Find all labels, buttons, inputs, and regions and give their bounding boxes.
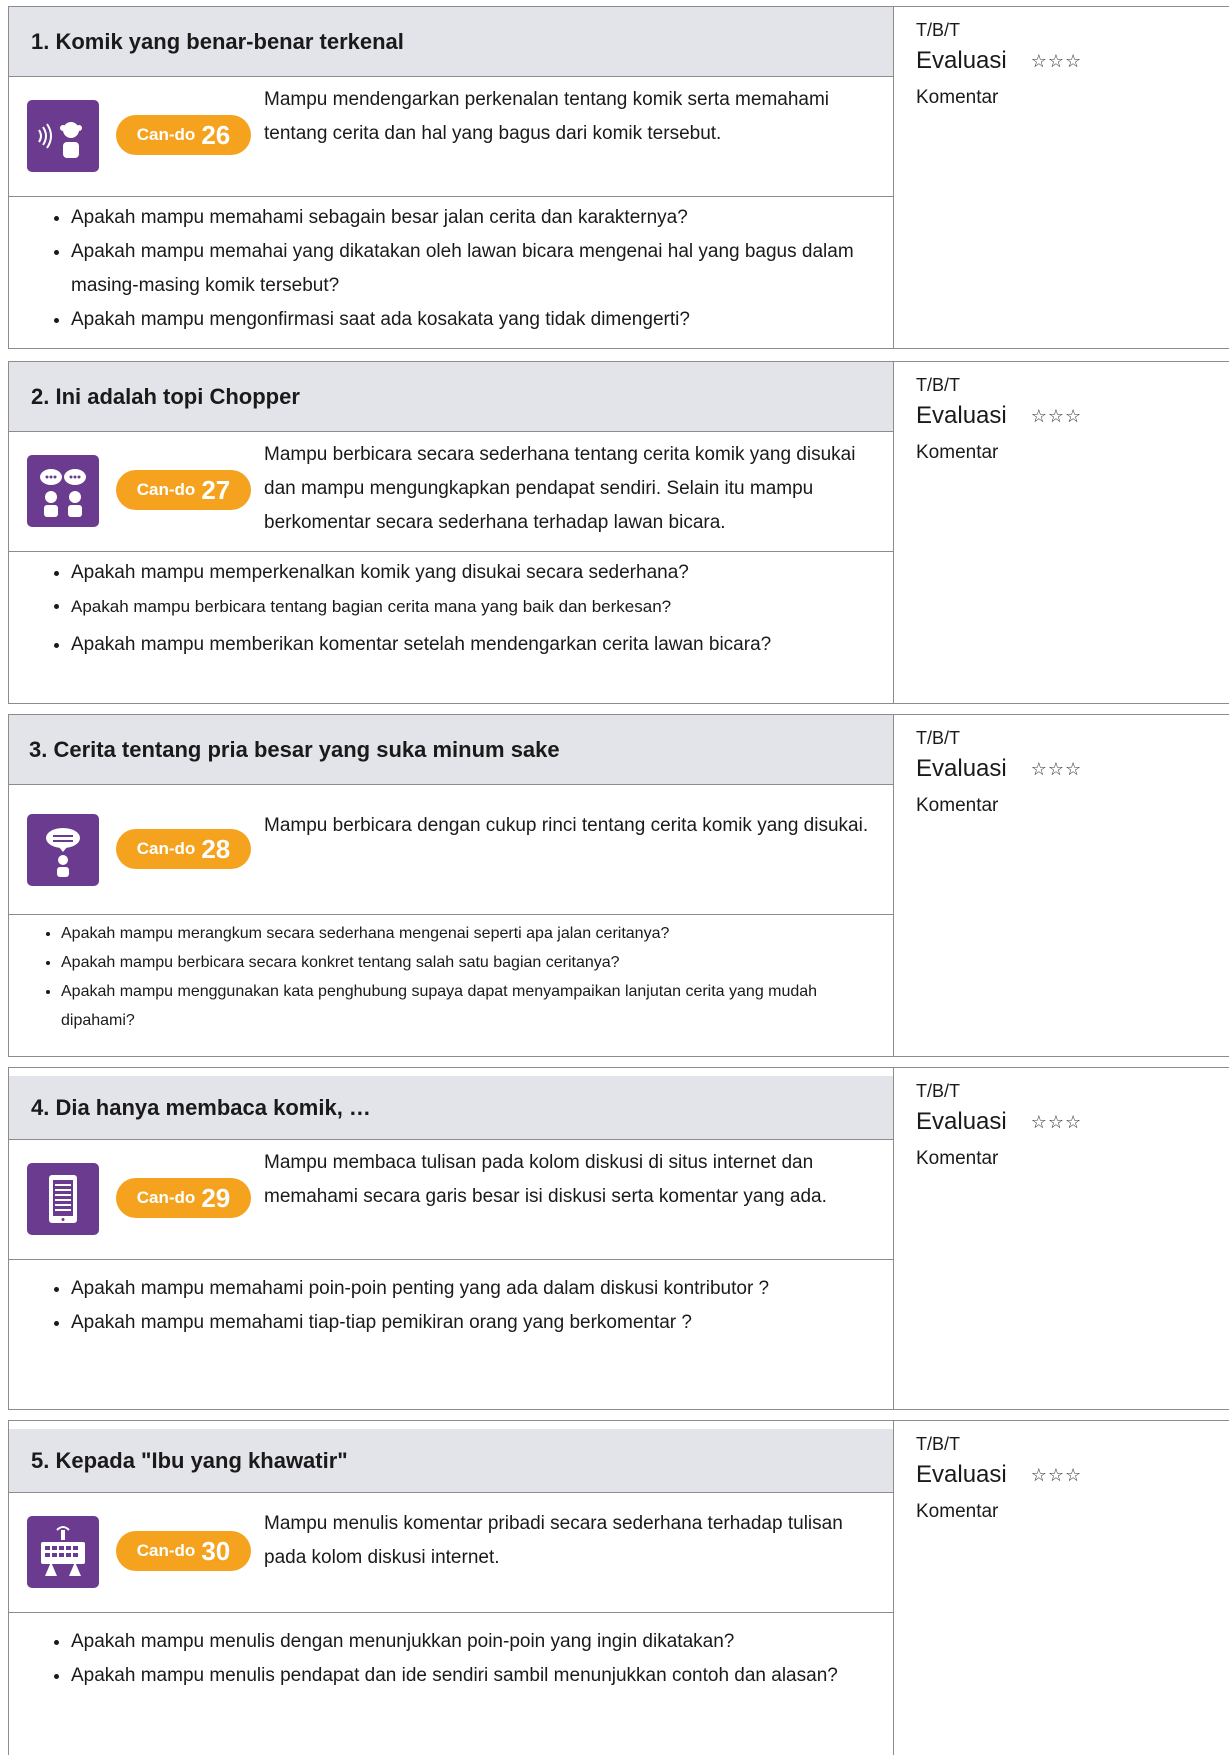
evaluasi-label: Evaluasi (916, 47, 1007, 74)
can-do-label: Can-do (136, 839, 196, 858)
lesson-card-3: 3. Cerita tentang pria besar yang suka m… (8, 714, 1229, 1057)
can-do-badge: Can-do 29 (116, 1178, 251, 1218)
can-do-description: Mampu membaca tulisan pada kolom diskusi… (264, 1152, 827, 1207)
evaluasi-label: Evaluasi (916, 402, 1007, 429)
tbt-label: T/B/T (916, 1081, 960, 1101)
evaluasi-label: Evaluasi (916, 755, 1007, 782)
komentar-label: Komentar (916, 442, 999, 463)
lesson-card-1: 1. Komik yang benar-benar terkenal Can-d… (8, 6, 1229, 349)
lesson-title: 4. Dia hanya membaca komik, … (9, 1076, 893, 1140)
lesson-card-5: 5. Kepada "Ibu yang khawatir" Can-do 30 … (8, 1420, 1229, 1755)
star-rating[interactable]: ☆☆☆ (1031, 1112, 1082, 1133)
can-do-number: 28 (201, 833, 231, 864)
evaluation-panel: T/B/T Evaluasi ☆☆☆ Komentar (894, 715, 1229, 1056)
komentar-label: Komentar (916, 1148, 999, 1169)
evaluasi-label: Evaluasi (916, 1461, 1007, 1488)
lesson-title: 5. Kepada "Ibu yang khawatir" (9, 1429, 893, 1493)
lesson-title: 2. Ini adalah topi Chopper (9, 362, 893, 432)
evaluation-panel: T/B/T Evaluasi ☆☆☆ Komentar (894, 1068, 1229, 1409)
check-list: Apakah mampu memahami poin-poin penting … (9, 1268, 893, 1340)
can-do-row: Can-do 30 Mampu menulis komentar pribadi… (9, 1493, 893, 1613)
can-do-label: Can-do (136, 125, 196, 144)
check-item: Apakah mampu memahami poin-poin penting … (71, 1272, 873, 1306)
check-item: Apakah mampu memberikan komentar setelah… (71, 628, 873, 662)
check-item: Apakah mampu menulis dengan menunjukkan … (71, 1625, 873, 1659)
can-do-label: Can-do (136, 1541, 196, 1560)
evaluation-panel: T/B/T Evaluasi ☆☆☆ Komentar (894, 1421, 1229, 1755)
komentar-label: Komentar (916, 87, 999, 108)
check-item: Apakah mampu memperkenalkan komik yang d… (71, 556, 873, 590)
lesson-main-5: 5. Kepada "Ibu yang khawatir" Can-do 30 … (9, 1421, 894, 1755)
evaluasi-label: Evaluasi (916, 1108, 1007, 1135)
lesson-title: 3. Cerita tentang pria besar yang suka m… (9, 715, 893, 785)
can-do-description: Mampu berbicara secara sederhana tentang… (264, 444, 856, 533)
can-do-row: Can-do 27 Mampu berbicara secara sederha… (9, 432, 893, 552)
conversation-icon (27, 455, 99, 527)
komentar-label: Komentar (916, 1501, 999, 1522)
writing-icon (27, 1516, 99, 1588)
star-rating[interactable]: ☆☆☆ (1031, 759, 1082, 780)
check-list: Apakah mampu memperkenalkan komik yang d… (9, 552, 893, 662)
can-do-badge: Can-do 26 (116, 115, 251, 155)
can-do-label: Can-do (136, 480, 196, 499)
lesson-main-3: 3. Cerita tentang pria besar yang suka m… (9, 715, 894, 1056)
can-do-number: 29 (201, 1182, 231, 1213)
check-item: Apakah mampu memahai yang dikatakan oleh… (71, 235, 873, 303)
evaluation-panel: T/B/T Evaluasi ☆☆☆ Komentar (894, 362, 1229, 703)
can-do-badge: Can-do 30 (116, 1531, 251, 1571)
tbt-label: T/B/T (916, 1434, 960, 1454)
can-do-description: Mampu mendengarkan perkenalan tentang ko… (264, 89, 830, 144)
check-item: Apakah mampu memahami tiap-tiap pemikira… (71, 1306, 873, 1340)
tbt-label: T/B/T (916, 20, 960, 40)
can-do-description: Mampu berbicara dengan cukup rinci tenta… (264, 815, 869, 836)
lesson-main-4: 4. Dia hanya membaca komik, … Can-do 29 (9, 1068, 894, 1409)
check-item: Apakah mampu menggunakan kata penghubung… (61, 977, 873, 1035)
komentar-label: Komentar (916, 795, 999, 816)
check-item: Apakah mampu mengonfirmasi saat ada kosa… (71, 303, 873, 337)
star-rating[interactable]: ☆☆☆ (1031, 1465, 1082, 1486)
lesson-card-2: 2. Ini adalah topi Chopper Can-do 27 Mam… (8, 361, 1229, 704)
can-do-row: Can-do 29 Mampu membaca tulisan pada kol… (9, 1140, 893, 1260)
check-list: Apakah mampu menulis dengan menunjukkan … (9, 1621, 893, 1693)
lesson-main-1: 1. Komik yang benar-benar terkenal Can-d… (9, 7, 894, 348)
can-do-row: Can-do 28 Mampu berbicara dengan cukup r… (9, 785, 893, 915)
check-item: Apakah mampu merangkum secara sederhana … (61, 919, 873, 948)
check-item: Apakah mampu berbicara secara konkret te… (61, 948, 873, 977)
check-item: Apakah mampu menulis pendapat dan ide se… (71, 1659, 873, 1693)
check-item: Apakah mampu berbicara tentang bagian ce… (71, 590, 873, 624)
tbt-label: T/B/T (916, 728, 960, 748)
evaluation-panel: T/B/T Evaluasi ☆☆☆ Komentar (894, 7, 1229, 348)
check-item: Apakah mampu memahami sebagain besar jal… (71, 201, 873, 235)
can-do-number: 30 (201, 1535, 231, 1566)
lesson-main-2: 2. Ini adalah topi Chopper Can-do 27 Mam… (9, 362, 894, 703)
can-do-number: 27 (201, 474, 231, 505)
lesson-card-4: 4. Dia hanya membaca komik, … Can-do 29 (8, 1067, 1229, 1410)
can-do-number: 26 (201, 119, 231, 150)
can-do-label: Can-do (136, 1188, 196, 1207)
lesson-title: 1. Komik yang benar-benar terkenal (9, 7, 893, 77)
speaking-icon (27, 814, 99, 886)
check-list: Apakah mampu memahami sebagain besar jal… (9, 197, 893, 337)
can-do-description: Mampu menulis komentar pribadi secara se… (264, 1513, 843, 1568)
star-rating[interactable]: ☆☆☆ (1031, 51, 1082, 72)
can-do-badge: Can-do 27 (116, 470, 251, 510)
tbt-label: T/B/T (916, 375, 960, 395)
can-do-badge: Can-do 28 (116, 829, 251, 869)
reading-icon (27, 1163, 99, 1235)
can-do-row: Can-do 26 Mampu mendengarkan perkenalan … (9, 77, 893, 197)
star-rating[interactable]: ☆☆☆ (1031, 406, 1082, 427)
check-list: Apakah mampu merangkum secara sederhana … (9, 915, 893, 1035)
listening-icon (27, 100, 99, 172)
